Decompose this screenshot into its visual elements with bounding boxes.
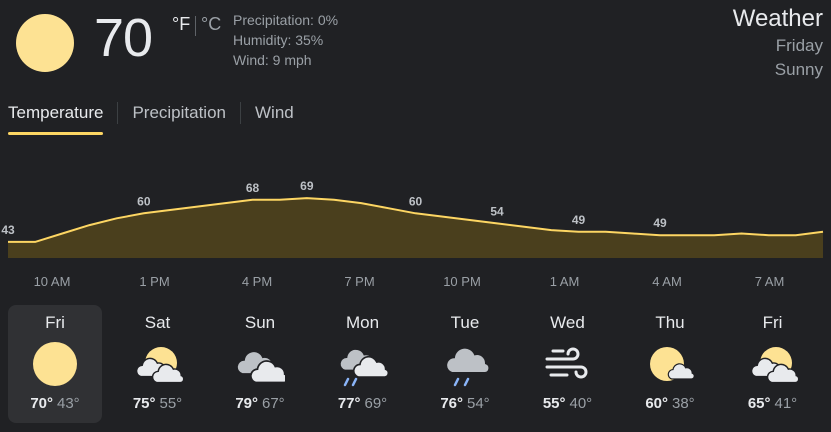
forecast-day-name: Fri [45, 313, 65, 332]
hour-axis: 10 AM 1 PM 4 PM 7 PM 10 PM 1 AM 4 AM 7 AM [0, 274, 831, 292]
temperature-data-label: 54 [490, 204, 504, 218]
temperature-data-label: 49 [653, 216, 667, 230]
forecast-day-tue[interactable]: Tue 76° 54° [418, 305, 512, 423]
forecast-day-thu[interactable]: Thu 60° 38° [623, 305, 717, 423]
forecast-day-sat[interactable]: Sat 75° 55° [111, 305, 205, 423]
forecast-day-fri[interactable]: Fri 65° 41° [726, 305, 820, 423]
forecast-high: 70° [30, 395, 53, 412]
weather-day: Friday [775, 36, 823, 55]
forecast-temps: 76° 54° [418, 395, 512, 412]
hour-tick-label: 4 PM [241, 274, 273, 289]
rain-cloud-icon [338, 348, 388, 387]
tab-temperature[interactable]: Temperature [8, 103, 104, 135]
tab-wind[interactable]: Wind [255, 103, 294, 123]
hour-tick-label: 10 PM [443, 274, 481, 289]
chart-tabs: Temperature Precipitation Wind [8, 100, 294, 135]
forecast-low: 38° [672, 395, 695, 412]
forecast-low: 55° [159, 395, 183, 412]
hour-tick-label: 1 PM [139, 274, 170, 289]
forecast-high: 76° [440, 395, 463, 412]
forecast-high: 75° [132, 395, 156, 412]
forecast-temps: 65° 41° [726, 395, 820, 412]
unit-celsius-button[interactable]: °C [201, 14, 221, 35]
partly-cloudy-icon [135, 347, 183, 384]
forecast-temps: 79° 67° [213, 395, 307, 412]
forecast-day-name: Sun [244, 313, 276, 332]
hour-tick-label: 7 PM [344, 274, 375, 289]
forecast-day-name: Wed [550, 313, 585, 332]
mostly-sunny-icon [650, 347, 695, 381]
temperature-data-label: 68 [246, 181, 260, 195]
forecast-day-sun[interactable]: Sun 79° 67° [213, 305, 307, 423]
forecast-temps: 75° 55° [111, 395, 205, 412]
temperature-chart: 43 60 68 69 60 54 49 49 [1, 179, 824, 258]
wind-text: Wind: 9 mph [233, 52, 312, 68]
current-details: Precipitation: 0% Humidity: 35% Wind: 9 … [233, 10, 338, 70]
forecast-high: 79° [235, 395, 258, 412]
forecast-low: 41° [774, 395, 798, 412]
forecast-low: 40° [569, 395, 593, 412]
weather-condition: Sunny [774, 60, 823, 79]
forecast-temps: 77° 69° [316, 395, 410, 412]
sun-icon [33, 342, 77, 386]
forecast-day-name: Sat [144, 313, 171, 332]
temperature-data-label: 60 [137, 194, 151, 208]
forecast-day-name: Thu [655, 313, 685, 332]
forecast-day-name: Mon [345, 313, 380, 332]
unit-divider [195, 16, 196, 36]
humidity-text: Humidity: 35% [233, 32, 324, 48]
forecast-low: 69° [364, 395, 388, 412]
precipitation-text: Precipitation: 0% [233, 12, 339, 28]
tab-divider [117, 102, 119, 124]
forecast-low: 43° [57, 395, 80, 412]
forecast-temps: 60° 38° [623, 395, 717, 412]
tab-divider [240, 102, 241, 124]
temperature-data-label: 60 [409, 194, 423, 208]
hour-tick-label: 10 AM [33, 274, 71, 289]
forecast-temps: 70° 43° [8, 395, 102, 412]
forecast-day-name: Tue [450, 313, 480, 332]
forecast-high: 60° [645, 395, 668, 412]
forecast-day-mon[interactable]: Mon 77° 69° [316, 305, 410, 423]
partly-cloudy-icon [750, 347, 798, 384]
forecast-low: 54° [467, 395, 490, 412]
current-temperature: 70 [94, 8, 153, 68]
forecast-low: 67° [262, 395, 285, 412]
forecast-high: 55° [542, 395, 566, 412]
forecast-high: 77° [337, 395, 361, 412]
showers-icon [445, 346, 490, 387]
weather-title: Weather [732, 5, 823, 32]
temperature-data-label: 69 [300, 179, 314, 193]
hour-tick-label: 7 AM [754, 274, 785, 289]
wind-icon [545, 347, 587, 379]
forecast-temps: 55° 40° [521, 395, 615, 412]
forecast-day-name: Fri [762, 313, 783, 332]
sun-icon [16, 14, 74, 72]
forecast-high: 65° [747, 395, 771, 412]
weather-header: Weather Friday Sunny [733, 4, 823, 82]
unit-fahrenheit-button[interactable]: °F [172, 14, 190, 35]
temperature-data-label: 43 [1, 223, 15, 237]
cloudy-icon [236, 350, 285, 384]
forecast-day-fri[interactable]: Fri 70° 43° [8, 305, 102, 423]
hour-tick-label: 1 AM [549, 274, 580, 289]
forecast-day-wed[interactable]: Wed 55° 40° [521, 305, 615, 423]
hour-tick-label: 4 AM [652, 274, 682, 289]
temperature-data-label: 49 [572, 213, 586, 227]
tab-precipitation[interactable]: Precipitation [132, 103, 226, 123]
